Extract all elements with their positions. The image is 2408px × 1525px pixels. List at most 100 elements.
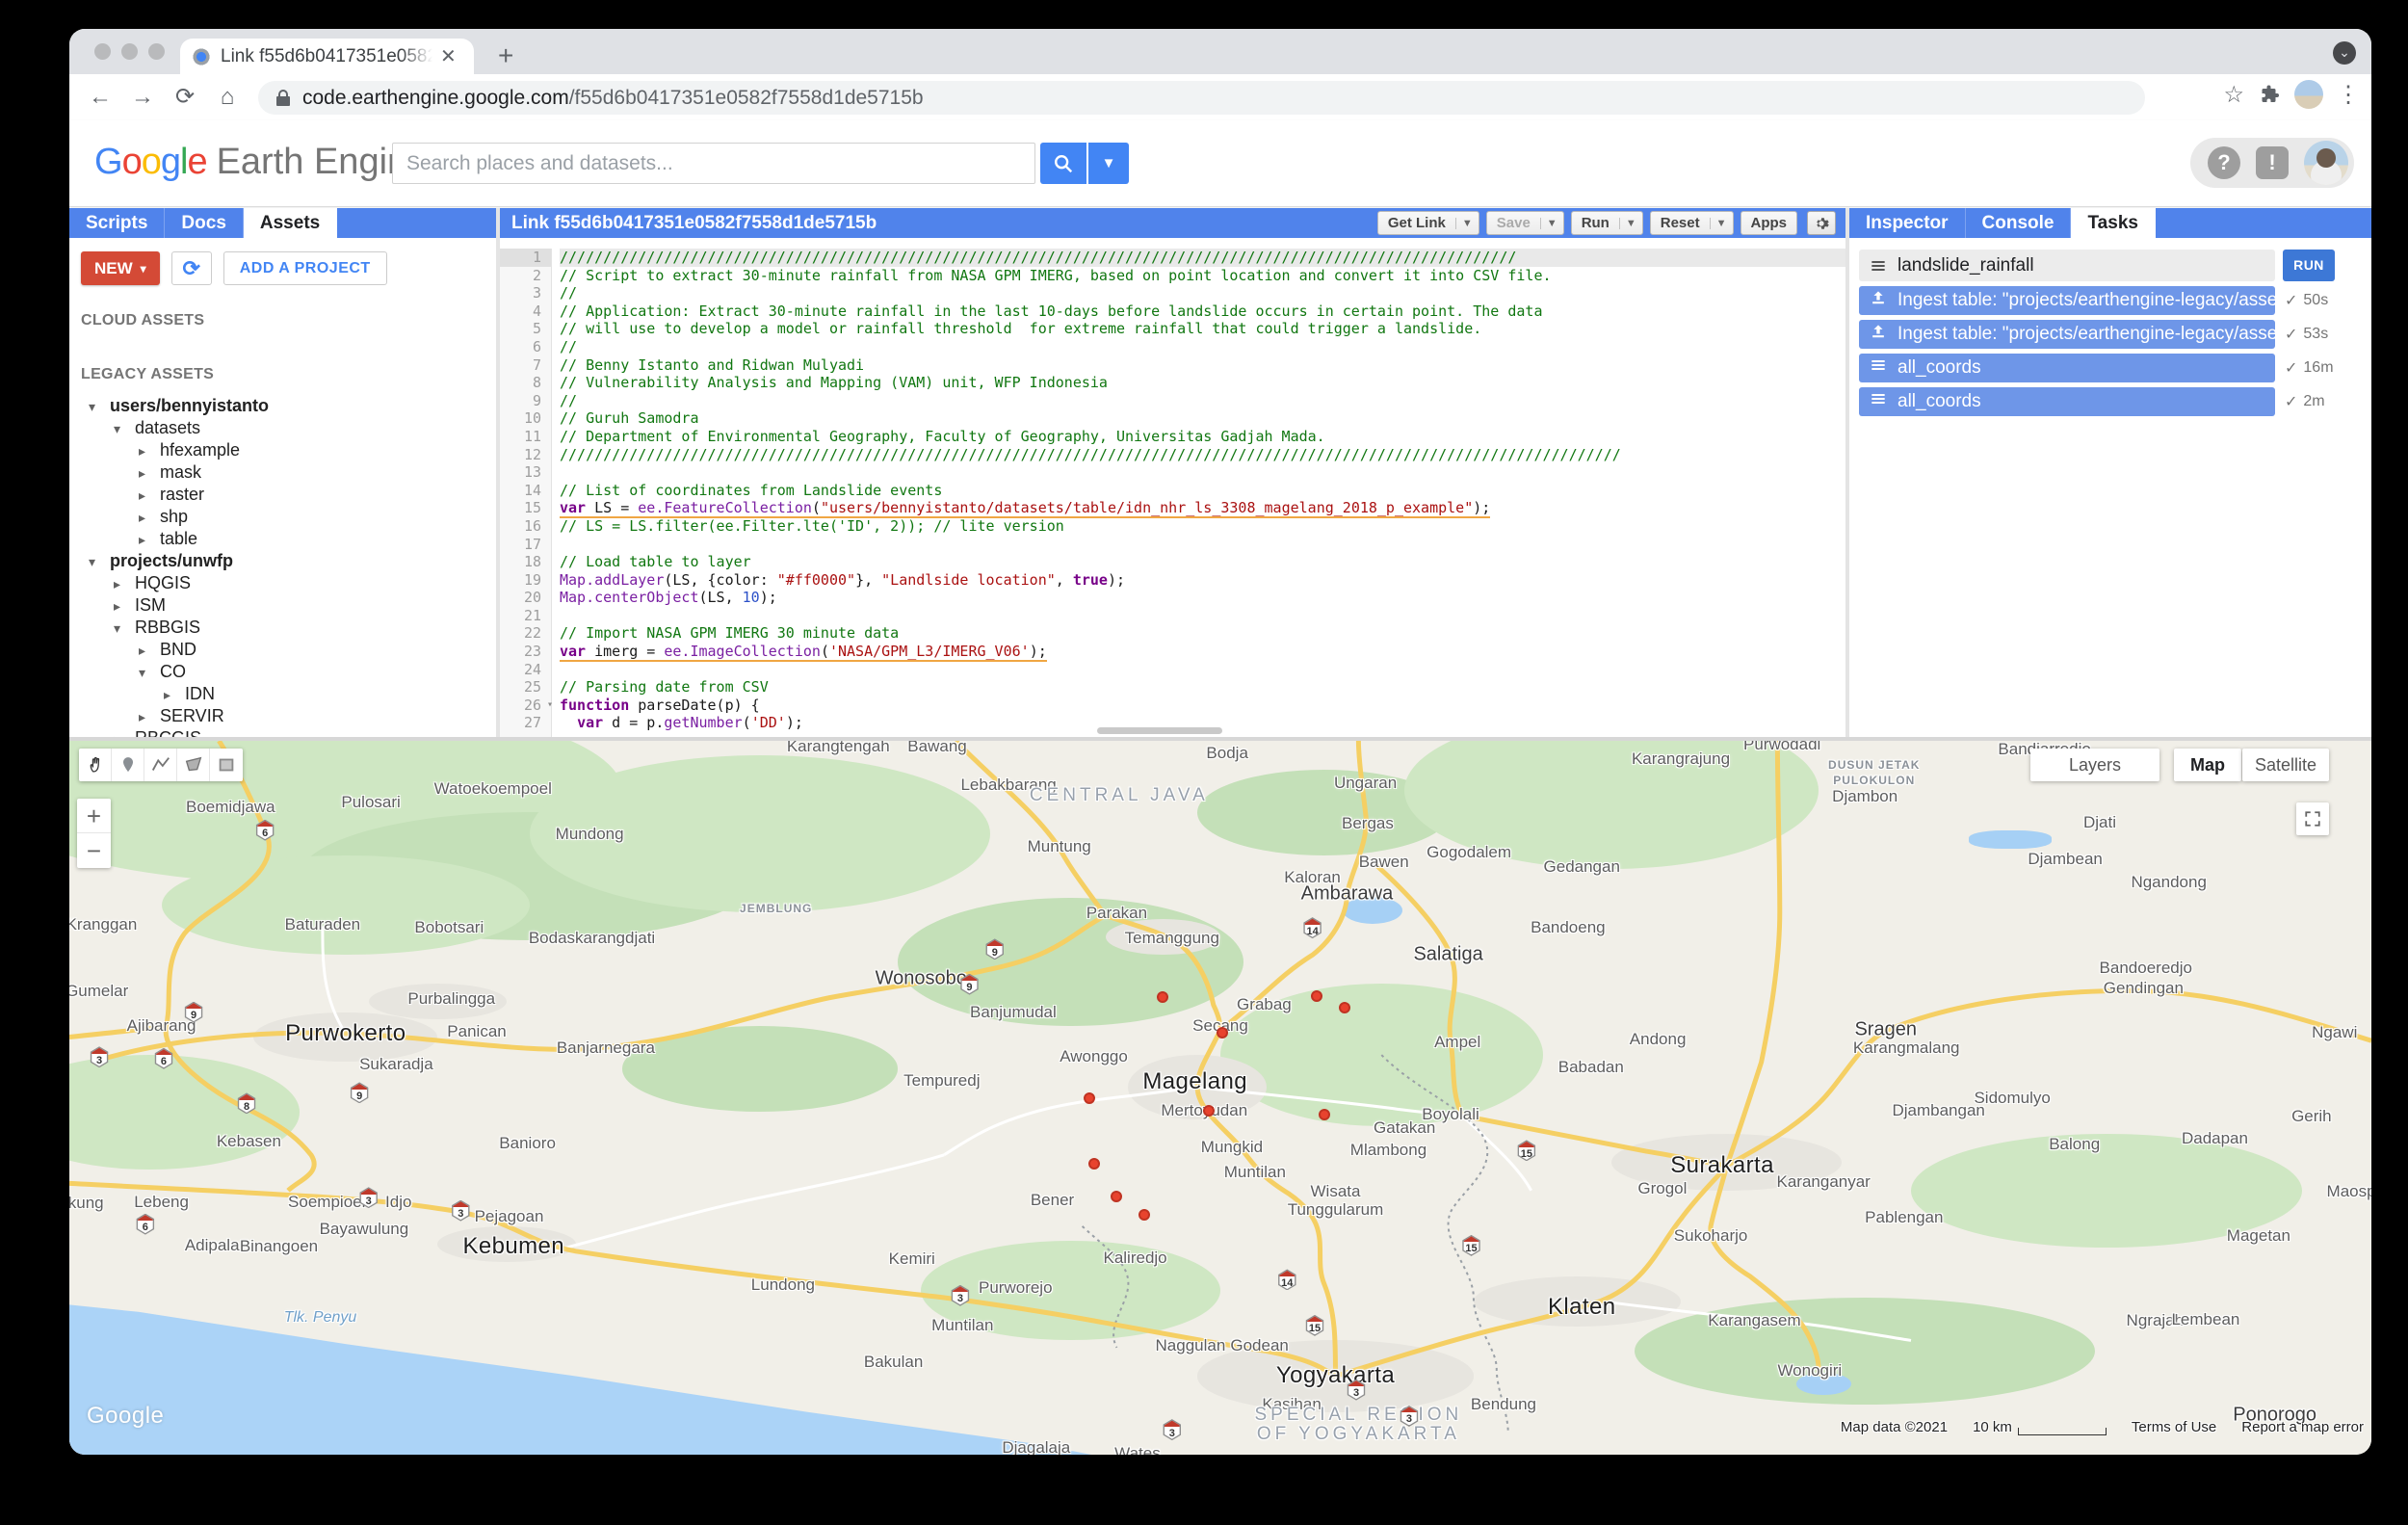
- chevron-right-icon[interactable]: ▸: [139, 462, 160, 485]
- help-icon[interactable]: ?: [2208, 146, 2240, 179]
- tab-search-button[interactable]: ⌄: [2333, 41, 2356, 65]
- search-dropdown-button[interactable]: ▼: [1088, 143, 1129, 184]
- chevron-down-icon[interactable]: ▾: [139, 662, 160, 684]
- chevron-right-icon[interactable]: ▸: [139, 529, 160, 551]
- tab-docs[interactable]: Docs: [165, 208, 243, 238]
- address-bar[interactable]: code.earthengine.google.com/f55d6b041735…: [258, 81, 2145, 115]
- terms-of-use-link[interactable]: Terms of Use: [2132, 1419, 2216, 1435]
- account-avatar[interactable]: [2304, 141, 2348, 185]
- home-button[interactable]: ⌂: [210, 80, 245, 115]
- code-editor[interactable]: 1234567891011121314151617181920212223242…: [500, 238, 1845, 737]
- asset-tree-item-servir[interactable]: ▸SERVIR: [81, 705, 484, 727]
- chevron-right-icon[interactable]: ▸: [139, 640, 160, 662]
- asset-tree-item-users-bennyistanto[interactable]: ▾users/bennyistanto: [81, 395, 484, 417]
- chevron-down-icon[interactable]: ▾: [89, 396, 110, 418]
- bookmark-star-icon[interactable]: ☆: [2223, 81, 2244, 109]
- fullscreen-button[interactable]: [2296, 802, 2329, 835]
- tab-assets[interactable]: Assets: [244, 208, 337, 238]
- caret-down-icon[interactable]: ▼: [1619, 218, 1642, 229]
- extensions-puzzle-icon[interactable]: [2258, 83, 2281, 106]
- window-maximize-icon[interactable]: [148, 43, 165, 60]
- window-minimize-icon[interactable]: [121, 43, 138, 60]
- report-map-error-link[interactable]: Report a map error: [2241, 1419, 2364, 1435]
- asset-tree-item-raster[interactable]: ▸raster: [81, 484, 484, 506]
- zoom-out-button[interactable]: −: [77, 833, 111, 868]
- map-type-button[interactable]: Map: [2174, 749, 2241, 781]
- landslide-marker[interactable]: [1319, 1109, 1330, 1120]
- rectangle-tool[interactable]: [210, 749, 243, 781]
- tab-scripts[interactable]: Scripts: [69, 208, 165, 238]
- tab-close-icon[interactable]: ✕: [440, 44, 457, 68]
- chevron-down-icon[interactable]: ▾: [114, 418, 135, 440]
- landslide-marker[interactable]: [1203, 1105, 1215, 1117]
- chevron-right-icon[interactable]: ▸: [139, 440, 160, 462]
- polygon-tool[interactable]: [177, 749, 210, 781]
- feedback-icon[interactable]: !: [2256, 146, 2289, 179]
- pan-hand-tool[interactable]: [79, 749, 112, 781]
- new-tab-button[interactable]: +: [498, 40, 513, 71]
- landslide-marker[interactable]: [1111, 1191, 1122, 1202]
- run-task-button[interactable]: RUN: [2283, 250, 2335, 281]
- browser-menu-icon[interactable]: ⋮: [2337, 81, 2360, 109]
- task-row[interactable]: Ingest table: "projects/earthengine-lega…: [1859, 286, 2362, 315]
- run-button[interactable]: Run▼: [1571, 211, 1643, 235]
- chevron-right-icon[interactable]: ▸: [114, 728, 135, 737]
- asset-tree-item-bnd[interactable]: ▸BND: [81, 639, 484, 661]
- search-button[interactable]: [1040, 143, 1086, 184]
- chevron-down-icon[interactable]: ▾: [114, 618, 135, 640]
- landslide-marker[interactable]: [1217, 1027, 1228, 1039]
- landslide-marker[interactable]: [1088, 1158, 1100, 1170]
- caret-down-icon[interactable]: ▼: [1540, 218, 1563, 229]
- chevron-right-icon[interactable]: ▸: [139, 706, 160, 728]
- new-asset-button[interactable]: NEW▾: [81, 251, 160, 285]
- asset-tree-item-rbbgis[interactable]: ▾RBBGIS: [81, 617, 484, 639]
- asset-tree-item-datasets[interactable]: ▾datasets: [81, 417, 484, 439]
- asset-tree-item-table[interactable]: ▸table: [81, 528, 484, 550]
- asset-tree-item-co[interactable]: ▾CO: [81, 661, 484, 683]
- refresh-assets-button[interactable]: ⟳: [171, 251, 212, 285]
- browser-profile-avatar[interactable]: [2294, 80, 2323, 109]
- task-bar[interactable]: all_coords: [1859, 354, 2275, 382]
- tab-console[interactable]: Console: [1966, 208, 2072, 238]
- landslide-marker[interactable]: [1311, 990, 1322, 1002]
- window-close-icon[interactable]: [94, 43, 111, 60]
- asset-tree-item-hqgis[interactable]: ▸HQGIS: [81, 572, 484, 594]
- chevron-right-icon[interactable]: ▸: [114, 595, 135, 618]
- editor-horizontal-scrollbar[interactable]: [1097, 727, 1222, 734]
- get-link-button[interactable]: Get Link▼: [1377, 211, 1479, 235]
- map-canvas[interactable]: KarangtengahBawangBodjaKarangrajungPurwo…: [69, 741, 2371, 1455]
- asset-tree-item-mask[interactable]: ▸mask: [81, 461, 484, 484]
- landslide-marker[interactable]: [1339, 1002, 1350, 1013]
- code-fold-icon[interactable]: ▾: [547, 697, 553, 715]
- task-bar[interactable]: Ingest table: "projects/earthengine-lega…: [1859, 320, 2275, 349]
- chevron-right-icon[interactable]: ▸: [114, 573, 135, 595]
- caret-down-icon[interactable]: ▼: [1455, 218, 1479, 229]
- forward-button[interactable]: →: [125, 80, 160, 115]
- apps-button[interactable]: Apps: [1741, 211, 1798, 235]
- reset-button[interactable]: Reset▼: [1650, 211, 1734, 235]
- asset-tree-item-idn[interactable]: ▸IDN: [81, 683, 484, 705]
- chevron-right-icon[interactable]: ▸: [139, 485, 160, 507]
- chevron-right-icon[interactable]: ▸: [164, 684, 185, 706]
- browser-tab[interactable]: Link f55d6b0417351e0582f7558d1de5715b ✕: [180, 39, 474, 74]
- asset-tree-item-projects-unwfp[interactable]: ▾projects/unwfp: [81, 550, 484, 572]
- add-a-project-button[interactable]: ADD A PROJECT: [223, 251, 387, 285]
- task-bar[interactable]: all_coords: [1859, 387, 2275, 416]
- task-group-row[interactable]: landslide_rainfall: [1859, 250, 2275, 281]
- tab-inspector[interactable]: Inspector: [1849, 208, 1966, 238]
- asset-tree-item-hfexample[interactable]: ▸hfexample: [81, 439, 484, 461]
- task-row[interactable]: all_coords✓16m: [1859, 354, 2362, 382]
- editor-settings-button[interactable]: [1807, 211, 1836, 235]
- point-marker-tool[interactable]: [112, 749, 144, 781]
- search-input[interactable]: [392, 143, 1035, 184]
- satellite-type-button[interactable]: Satellite: [2242, 749, 2329, 781]
- layers-button[interactable]: Layers: [2030, 749, 2159, 781]
- chevron-right-icon[interactable]: ▸: [139, 507, 160, 529]
- zoom-in-button[interactable]: +: [77, 799, 111, 833]
- asset-tree-item-ism[interactable]: ▸ISM: [81, 594, 484, 617]
- task-row[interactable]: Ingest table: "projects/earthengine-lega…: [1859, 320, 2362, 349]
- chevron-down-icon[interactable]: ▾: [89, 551, 110, 573]
- asset-tree-item-rbcgis[interactable]: ▸RBCGIS: [81, 727, 484, 737]
- landslide-marker[interactable]: [1157, 991, 1168, 1003]
- task-bar[interactable]: Ingest table: "projects/earthengine-lega…: [1859, 286, 2275, 315]
